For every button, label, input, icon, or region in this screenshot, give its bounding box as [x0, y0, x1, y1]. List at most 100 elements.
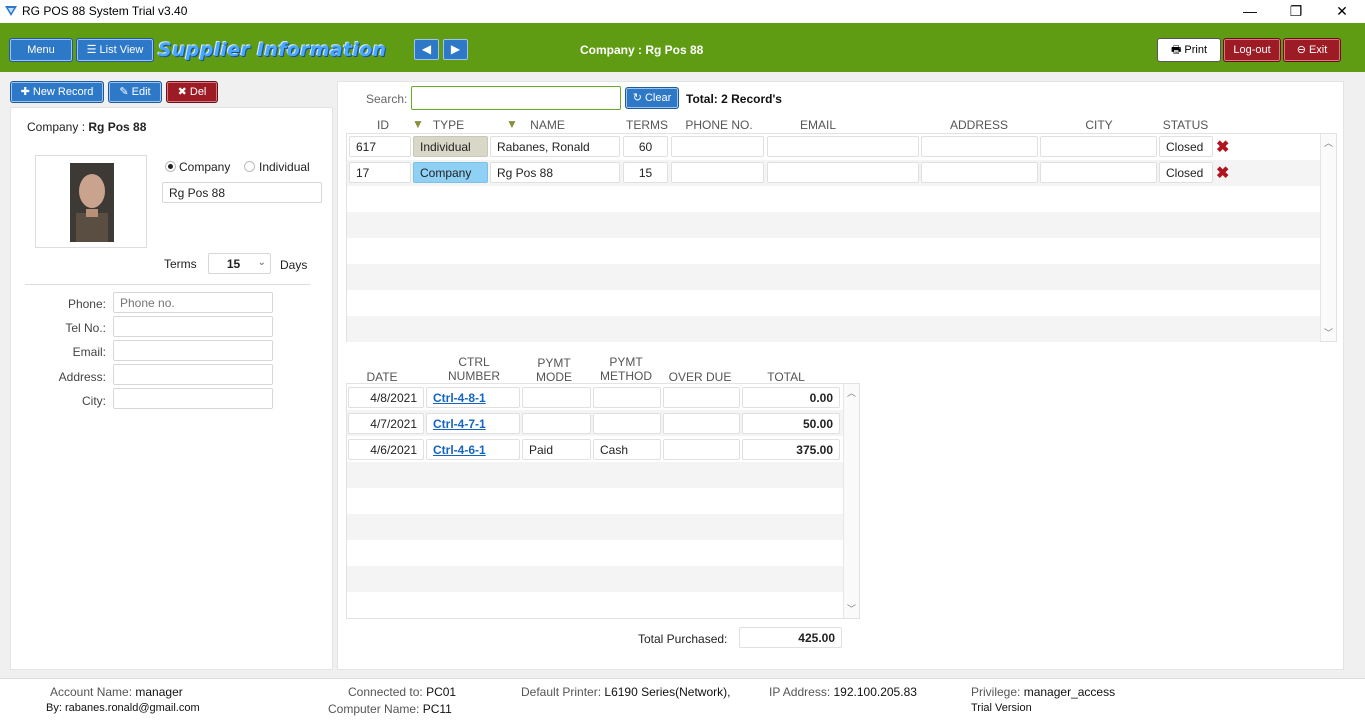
maximize-button[interactable]: ❐: [1273, 0, 1319, 23]
col-mode-line2: MODE: [536, 370, 572, 384]
col-terms[interactable]: TERMS: [622, 118, 672, 132]
menu-button[interactable]: Menu: [9, 38, 73, 62]
ip-address: IP Address: 192.100.205.83: [769, 685, 917, 699]
cell-total: 375.00: [742, 439, 840, 460]
scroll-down-icon[interactable]: ﹀: [847, 602, 856, 615]
divider: [25, 284, 310, 285]
ctrl-number-link[interactable]: Ctrl-4-8-1: [433, 391, 486, 405]
table-row-stripe: [347, 264, 1320, 290]
default-printer: Default Printer: L6190 Series(Network),: [521, 685, 730, 699]
cell-date: 4/8/2021: [348, 387, 424, 408]
col-name[interactable]: NAME: [520, 118, 575, 132]
cell-type: Individual: [413, 136, 488, 157]
address-field[interactable]: [113, 364, 273, 385]
supplier-photo-frame[interactable]: [35, 155, 147, 248]
ctrl-number-link[interactable]: Ctrl-4-6-1: [433, 443, 486, 457]
ctrl-number-link[interactable]: Ctrl-4-7-1: [433, 417, 486, 431]
col-date[interactable]: DATE: [350, 370, 414, 384]
col-id[interactable]: ID: [348, 118, 418, 132]
cell-id: 17: [349, 162, 411, 183]
cell-pymt-method: [593, 413, 661, 434]
print-button[interactable]: 🖶 Print: [1157, 38, 1221, 62]
cell-date: 4/6/2021: [348, 439, 424, 460]
table-row-stripe: [347, 462, 843, 488]
col-pymt-method[interactable]: PYMT METHOD: [594, 355, 658, 383]
next-record-button[interactable]: ▶: [443, 39, 468, 60]
logout-label: Log-out: [1233, 44, 1271, 56]
supplier-name-field[interactable]: Rg Pos 88: [162, 182, 322, 203]
col-email[interactable]: EMAIL: [768, 118, 868, 132]
purchase-table-scrollbar[interactable]: ︿ ﹀: [843, 384, 859, 618]
company-radio[interactable]: [165, 161, 176, 172]
terms-label: Terms: [164, 257, 197, 271]
previous-record-button[interactable]: ◀: [414, 39, 439, 60]
cell-phone: [671, 162, 764, 183]
table-row[interactable]: 617 Individual Rabanes, Ronald 60 Closed: [348, 136, 1338, 158]
delete-row-icon[interactable]: ✖: [1216, 137, 1229, 157]
delete-label: Del: [189, 86, 207, 98]
account-name-label: Account Name:: [50, 685, 133, 699]
col-over-due[interactable]: OVER DUE: [664, 370, 736, 384]
cell-id: 617: [349, 136, 411, 157]
phone-field[interactable]: [113, 292, 273, 313]
col-pymt-mode[interactable]: PYMT MODE: [524, 356, 584, 384]
address-label: Address:: [58, 370, 106, 384]
search-input[interactable]: [411, 86, 621, 110]
email-field[interactable]: [113, 340, 273, 361]
city-field[interactable]: [113, 388, 273, 409]
supplier-photo: [70, 163, 114, 242]
col-address[interactable]: ADDRESS: [920, 118, 1038, 132]
cell-email: [767, 162, 919, 183]
scroll-down-icon[interactable]: ﹀: [1324, 326, 1333, 339]
table-row-stripe: [347, 566, 843, 592]
new-record-button[interactable]: ✚ New Record: [10, 81, 104, 103]
table-row[interactable]: 4/6/2021 Ctrl-4-6-1 Paid Cash 375.00: [348, 439, 842, 461]
pencil-icon: ✎: [119, 86, 129, 98]
clear-button[interactable]: ↻ Clear: [625, 87, 679, 109]
cell-ctrl-number[interactable]: Ctrl-4-7-1: [426, 413, 520, 434]
tel-label: Tel No.:: [65, 321, 106, 335]
phone-label: Phone:: [67, 297, 106, 311]
minimize-button[interactable]: —: [1227, 0, 1273, 23]
ip-address-label: IP Address:: [769, 685, 831, 699]
cell-email: [767, 136, 919, 157]
col-phone[interactable]: PHONE NO.: [672, 118, 766, 132]
individual-radio[interactable]: [244, 161, 255, 172]
table-row[interactable]: 4/8/2021 Ctrl-4-8-1 0.00: [348, 387, 842, 409]
filter-icon[interactable]: ▼: [506, 117, 518, 131]
tel-field[interactable]: [113, 316, 273, 337]
cell-over-due: [663, 387, 740, 408]
table-row[interactable]: 4/7/2021 Ctrl-4-7-1 50.00: [348, 413, 842, 435]
close-window-button[interactable]: ✕: [1319, 0, 1365, 23]
exit-button[interactable]: ⊖ Exit: [1283, 38, 1341, 62]
cell-terms: 60: [623, 136, 668, 157]
cell-ctrl-number[interactable]: Ctrl-4-8-1: [426, 387, 520, 408]
col-ctrl-number[interactable]: CTRL NUMBER: [440, 355, 508, 383]
col-total[interactable]: TOTAL: [750, 370, 822, 384]
table-row[interactable]: 17 Company Rg Pos 88 15 Closed: [348, 162, 1338, 184]
cell-pymt-mode: [522, 413, 591, 434]
col-status[interactable]: STATUS: [1158, 118, 1213, 132]
default-printer-label: Default Printer:: [521, 685, 602, 699]
plus-icon: ✚: [20, 86, 30, 98]
delete-row-icon[interactable]: ✖: [1216, 163, 1229, 183]
terms-select[interactable]: 15 ⌄: [208, 253, 271, 274]
cell-pymt-mode: [522, 387, 591, 408]
table-row-stripe: [347, 316, 1320, 342]
cell-type: Company: [413, 162, 488, 183]
cell-over-due: [663, 439, 740, 460]
printer-icon: 🖶: [1170, 44, 1182, 56]
email-label: Email:: [72, 345, 106, 359]
cell-ctrl-number[interactable]: Ctrl-4-6-1: [426, 439, 520, 460]
delete-button[interactable]: ✖ Del: [166, 81, 218, 103]
logout-button[interactable]: Log-out: [1223, 38, 1281, 62]
edit-button[interactable]: ✎ Edit: [108, 81, 162, 103]
scroll-up-icon[interactable]: ︿: [847, 386, 856, 399]
col-city[interactable]: CITY: [1040, 118, 1158, 132]
privilege: Privilege: manager_access: [971, 685, 1115, 699]
cell-address: [921, 162, 1038, 183]
list-view-button[interactable]: ☰ List View: [76, 38, 154, 62]
minus-circle-icon: ⊖: [1296, 44, 1306, 56]
filter-icon[interactable]: ▼: [412, 117, 424, 131]
col-type[interactable]: TYPE: [426, 118, 471, 132]
